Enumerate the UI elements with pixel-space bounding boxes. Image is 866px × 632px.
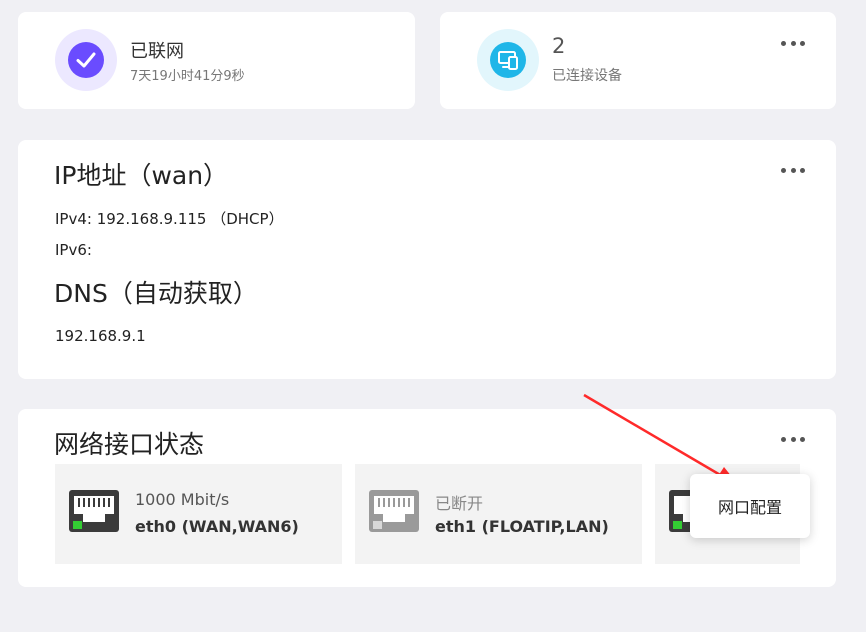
ip-more-button[interactable] [781,164,805,176]
ethernet-port-icon [69,490,119,532]
ipv6-value: IPv6: [55,241,92,259]
port-speed: 已断开 [435,494,484,513]
port-speed: 1000 Mbit/s [135,490,230,509]
dns-value: 192.168.9.1 [55,327,146,345]
ip-address-card: IP地址（wan） IPv4: 192.168.9.115 （DHCP） IPv… [18,140,836,379]
ipv4-value: IPv4: 192.168.9.115 （DHCP） [55,210,284,228]
uptime-text: 7天19小时41分9秒 [130,69,245,84]
connected-devices-card[interactable]: 2 已连接设备 [440,12,836,109]
device-count-label: 已连接设备 [552,68,622,84]
dns-section-title: DNS（自动获取） [54,279,258,308]
network-status-title: 已联网 [130,41,184,62]
port-tile-eth1[interactable]: 已断开 eth1 (FLOATIP,LAN) [355,464,642,564]
interfaces-title: 网络接口状态 [54,430,205,459]
port-name: eth1 (FLOATIP,LAN) [435,517,609,536]
ethernet-port-icon [369,490,419,532]
connected-check-icon [55,29,117,91]
port-name: eth0 (WAN,WAN6) [135,517,299,536]
network-status-card: 已联网 7天19小时41分9秒 [18,12,415,109]
ip-section-title: IP地址（wan） [54,161,229,190]
port-config-menu-item[interactable]: 网口配置 [690,474,810,538]
device-count: 2 [552,34,566,58]
devices-icon [477,29,539,91]
interfaces-more-button[interactable] [781,433,805,445]
devices-more-button[interactable] [781,37,805,49]
port-tile-eth0[interactable]: 1000 Mbit/s eth0 (WAN,WAN6) [55,464,342,564]
